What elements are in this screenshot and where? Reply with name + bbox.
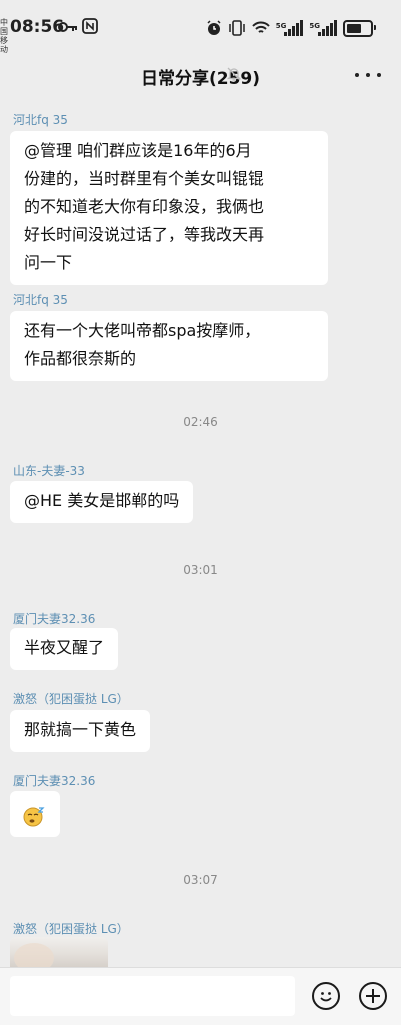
timestamp: 02:46 [183, 415, 218, 429]
sender-name[interactable]: 河北fq 35 [13, 111, 68, 128]
status-icons-left [58, 18, 99, 38]
dot-icon [355, 73, 359, 77]
key-icon [58, 22, 77, 32]
mute-bell-icon [226, 67, 242, 81]
timestamp: 03:01 [183, 563, 218, 577]
sleepy-face-icon [23, 807, 45, 827]
message-bubble[interactable]: @管理 咱们群应该是16年的6月 份建的，当时群里有个美女叫锟锟 的不知道老大你… [10, 131, 328, 285]
dot-icon [366, 73, 370, 77]
sender-name[interactable]: 厦门夫妻32.36 [13, 772, 95, 789]
input-bar [0, 967, 401, 1025]
signal-sim1-icon: 5G [276, 20, 304, 36]
nfc-icon [82, 18, 99, 34]
vibrate-icon [229, 20, 245, 36]
clock: 08:56 [10, 17, 65, 37]
chat-header: 日常分享(259) [0, 56, 401, 96]
message-bubble[interactable]: 那就搞一下黄色 [10, 710, 151, 752]
wifi-icon [252, 21, 270, 33]
add-attachment-button[interactable] [359, 982, 387, 1010]
message-bubble[interactable]: 还有一个大佬叫帝都spa按摩师， 作品都很奈斯的 [10, 311, 328, 381]
emoji-button[interactable] [312, 982, 340, 1010]
network-type-label: 5G [309, 22, 320, 30]
smiley-icon [320, 992, 332, 1002]
sender-name[interactable]: 激怒（犯困蛋挞 LG） [13, 690, 129, 707]
sender-name[interactable]: 厦门夫妻32.36 [13, 610, 95, 627]
sender-name[interactable]: 河北fq 35 [13, 291, 68, 308]
timestamp: 03:07 [183, 873, 218, 887]
status-bar: 中国移动 08:56 5G 5G [0, 0, 401, 56]
battery-icon [343, 19, 376, 37]
sender-name[interactable]: 激怒（犯困蛋挞 LG） [13, 920, 129, 937]
plus-icon [366, 989, 380, 1003]
group-title: 日常分享(259) [140, 69, 261, 89]
dot-icon [377, 73, 381, 77]
photo-thumbnail[interactable] [10, 937, 108, 967]
signal-sim2-icon: 5G [309, 20, 337, 36]
sender-name[interactable]: 山东-夫妻-33 [13, 462, 85, 479]
status-icons-right: 5G 5G [206, 16, 376, 40]
message-input[interactable] [10, 976, 295, 1016]
carrier-label: 中国移动 [0, 18, 8, 54]
network-type-label: 5G [275, 22, 287, 30]
message-bubble[interactable]: @HE 美女是邯郸的吗 [10, 481, 194, 523]
more-options-button[interactable] [355, 68, 381, 82]
alarm-icon [207, 20, 221, 35]
message-bubble[interactable]: 半夜又醒了 [10, 628, 119, 670]
